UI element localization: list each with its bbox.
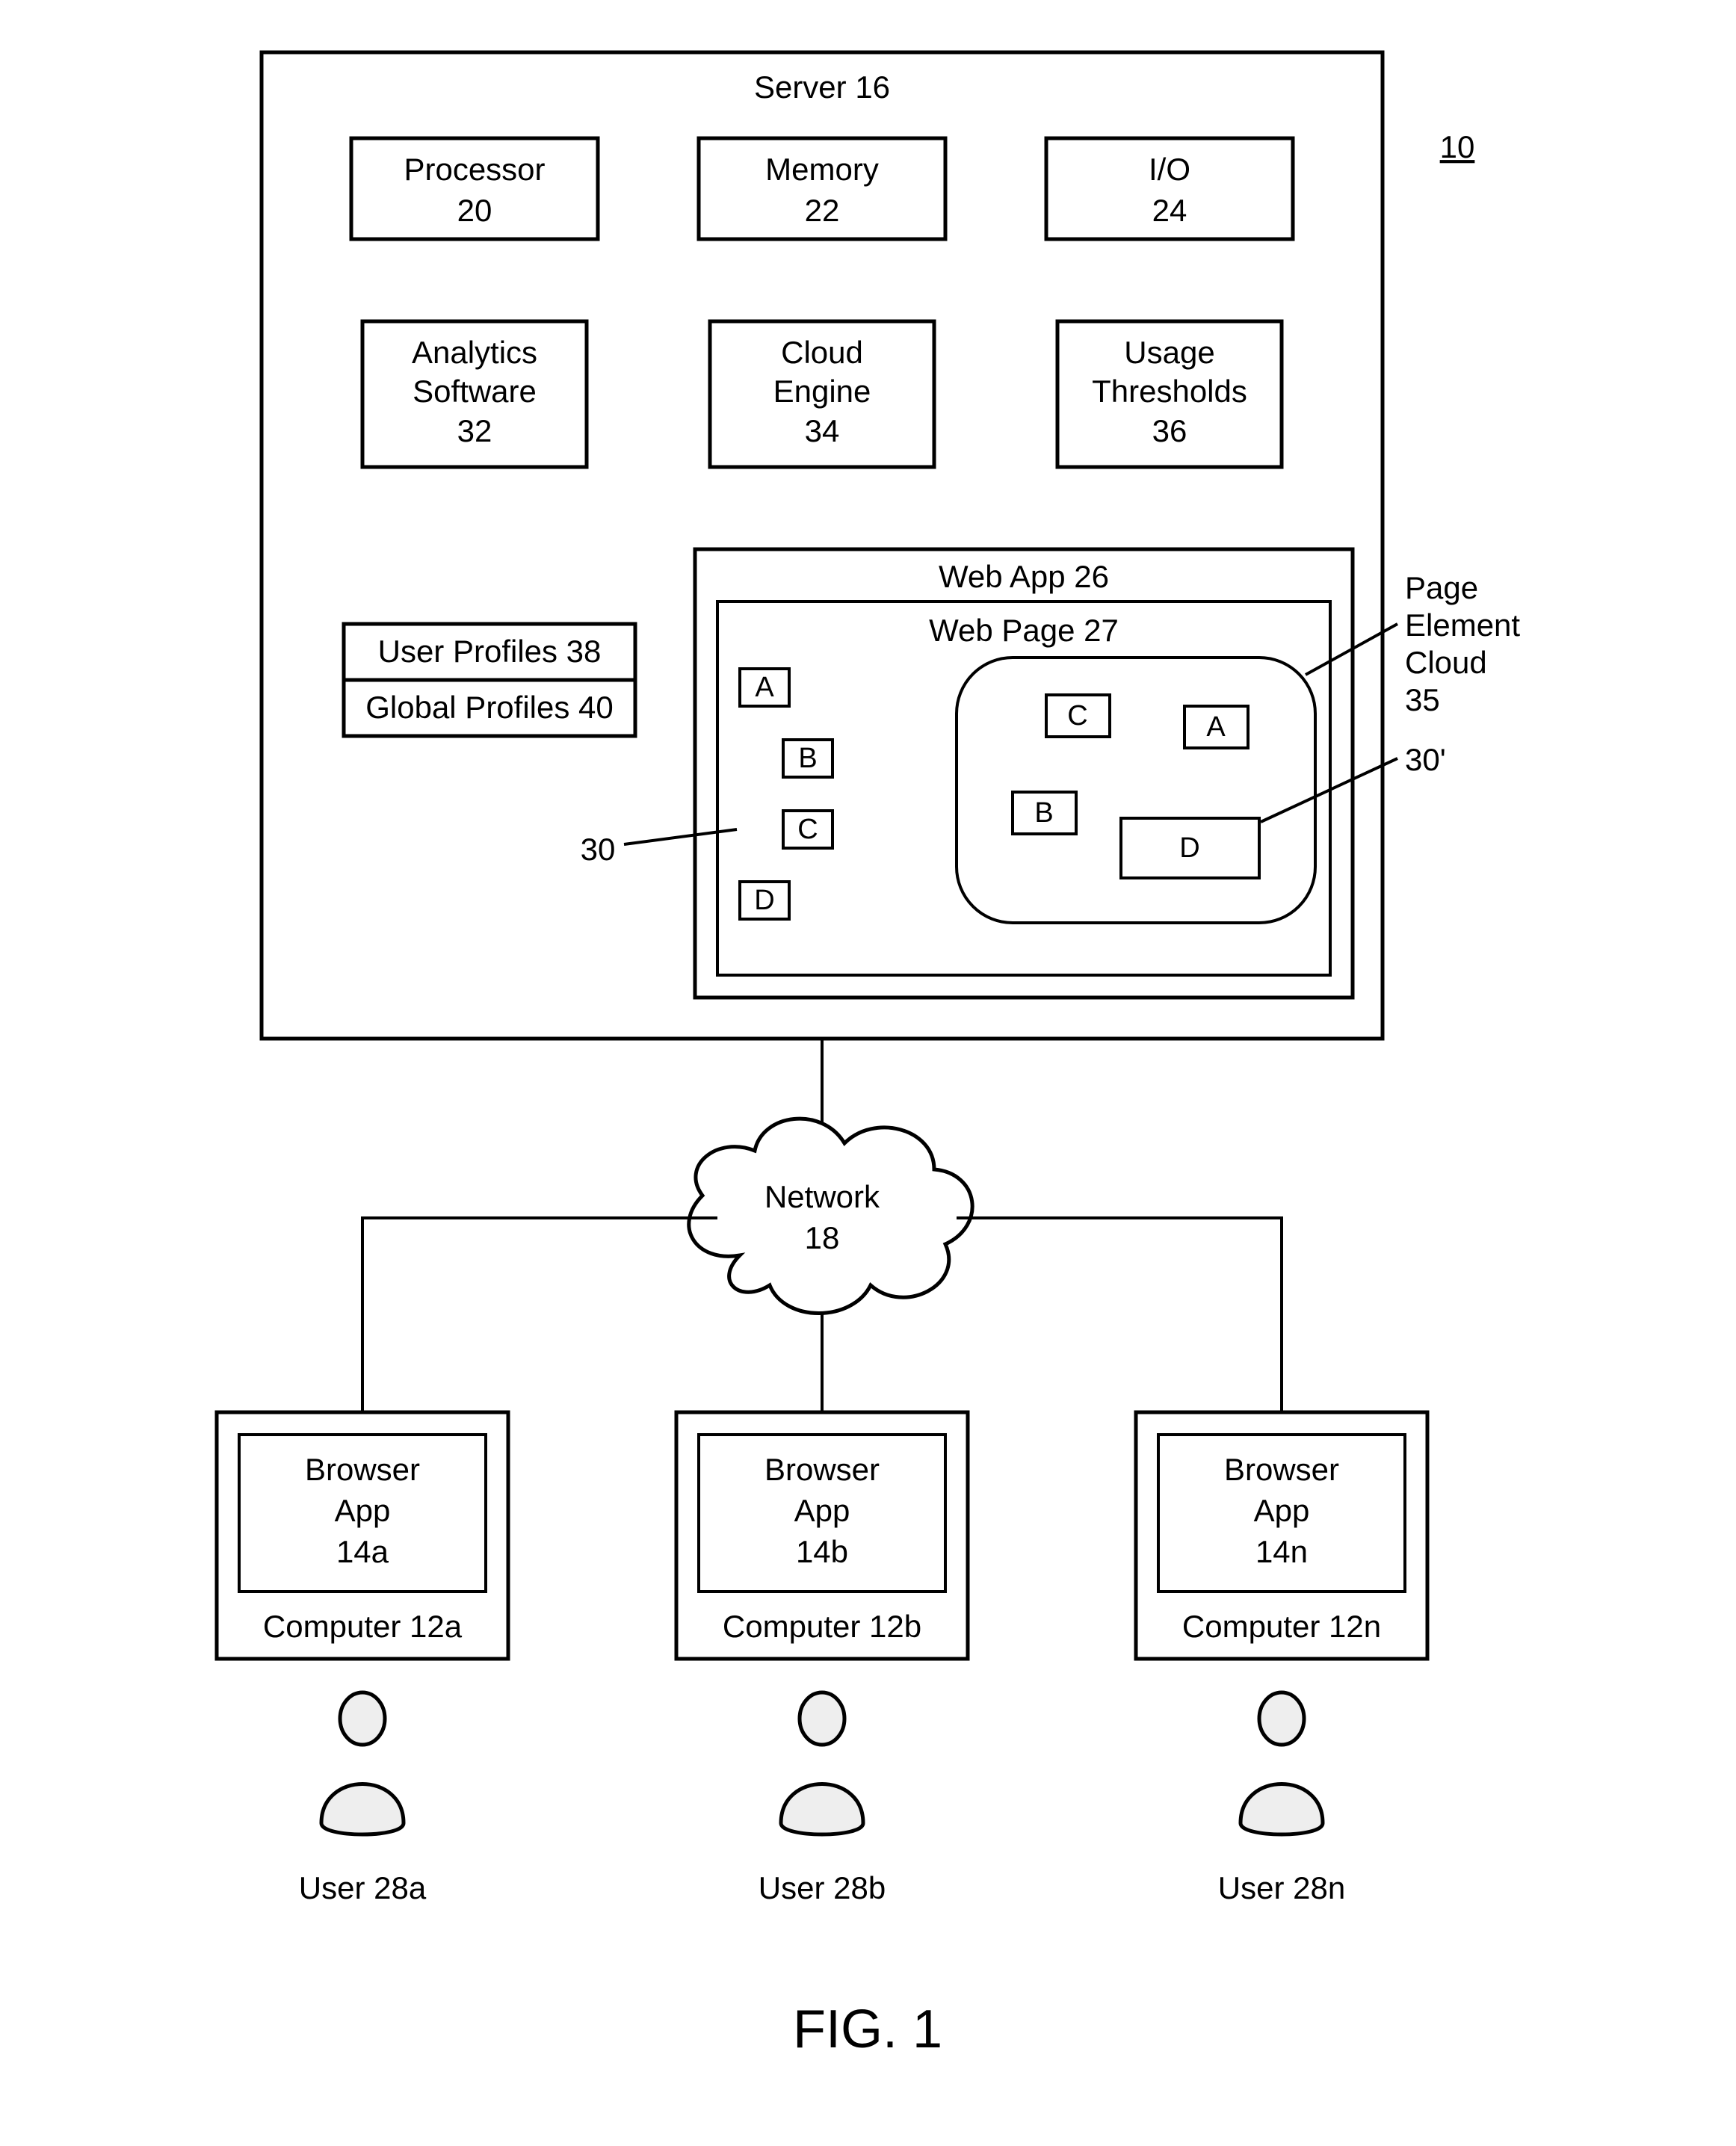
element-a-left-label: A (755, 672, 774, 703)
client-n-browser-l3: 14n (1255, 1534, 1308, 1569)
processor-l2: 20 (457, 193, 492, 228)
element-d-left-label: D (754, 885, 774, 916)
processor-l1: Processor (404, 152, 545, 187)
analytics-l1: Analytics (412, 335, 537, 370)
global-profiles-label: Global Profiles 40 (365, 690, 614, 725)
network-l1: Network (764, 1179, 880, 1214)
webpage-title: Web Page 27 (929, 613, 1119, 648)
element-d-cloud-label: D (1179, 832, 1199, 864)
ref-10: 10 (1440, 129, 1475, 164)
user-profiles-label: User Profiles 38 (378, 634, 602, 669)
element-b-cloud-label: B (1034, 797, 1053, 829)
usage-l2: Thresholds (1092, 374, 1247, 409)
client-n-browser-l1: Browser (1224, 1452, 1339, 1487)
usage-l1: Usage (1124, 335, 1214, 370)
memory-l1: Memory (765, 152, 879, 187)
element-c-left-label: C (797, 814, 818, 845)
client-b-browser-l1: Browser (764, 1452, 880, 1487)
server-title: Server 16 (754, 69, 890, 105)
client-n: Browser App 14n Computer 12n (1136, 1412, 1427, 1659)
io-l2: 24 (1152, 193, 1187, 228)
pe-l4: 35 (1405, 682, 1440, 717)
cloudeng-l2: Engine (773, 374, 871, 409)
io-l1: I/O (1149, 152, 1190, 187)
user-b-label: User 28b (759, 1870, 886, 1905)
client-n-computer: Computer 12n (1182, 1609, 1381, 1644)
pe-l2: Element (1405, 607, 1520, 643)
pe-l1: Page (1405, 570, 1478, 605)
element-c-cloud-label: C (1067, 700, 1087, 732)
user-n-label: User 28n (1218, 1870, 1345, 1905)
client-n-browser-l2: App (1254, 1493, 1310, 1528)
network-cloud (689, 1119, 972, 1313)
client-a-browser-l3: 14a (336, 1534, 389, 1569)
user-icon-a (321, 1692, 404, 1834)
client-b-browser-l3: 14b (796, 1534, 848, 1569)
page-element-cloud (957, 658, 1315, 923)
client-a-computer: Computer 12a (263, 1609, 463, 1644)
figure-label: FIG. 1 (793, 2000, 942, 2059)
memory-l2: 22 (805, 193, 840, 228)
client-b-browser-l2: App (794, 1493, 850, 1528)
user-icon-n (1241, 1692, 1323, 1834)
user-a-label: User 28a (299, 1870, 427, 1905)
pe-l3: Cloud (1405, 645, 1487, 680)
network-l2: 18 (805, 1220, 840, 1255)
client-a-browser-l2: App (335, 1493, 391, 1528)
client-a: Browser App 14a Computer 12a (217, 1412, 508, 1659)
user-icon-b (781, 1692, 863, 1834)
client-b: Browser App 14b Computer 12b (676, 1412, 968, 1659)
element-a-cloud-label: A (1206, 711, 1226, 743)
client-b-computer: Computer 12b (723, 1609, 921, 1644)
cloudeng-l1: Cloud (781, 335, 863, 370)
cloudeng-l3: 34 (805, 413, 840, 448)
usage-l3: 36 (1152, 413, 1187, 448)
webapp-title: Web App 26 (939, 559, 1109, 594)
ref-30: 30 (581, 832, 616, 867)
client-a-browser-l1: Browser (305, 1452, 420, 1487)
analytics-l3: 32 (457, 413, 492, 448)
analytics-l2: Software (413, 374, 537, 409)
element-b-left-label: B (798, 743, 817, 774)
ref-30p: 30' (1405, 742, 1446, 777)
